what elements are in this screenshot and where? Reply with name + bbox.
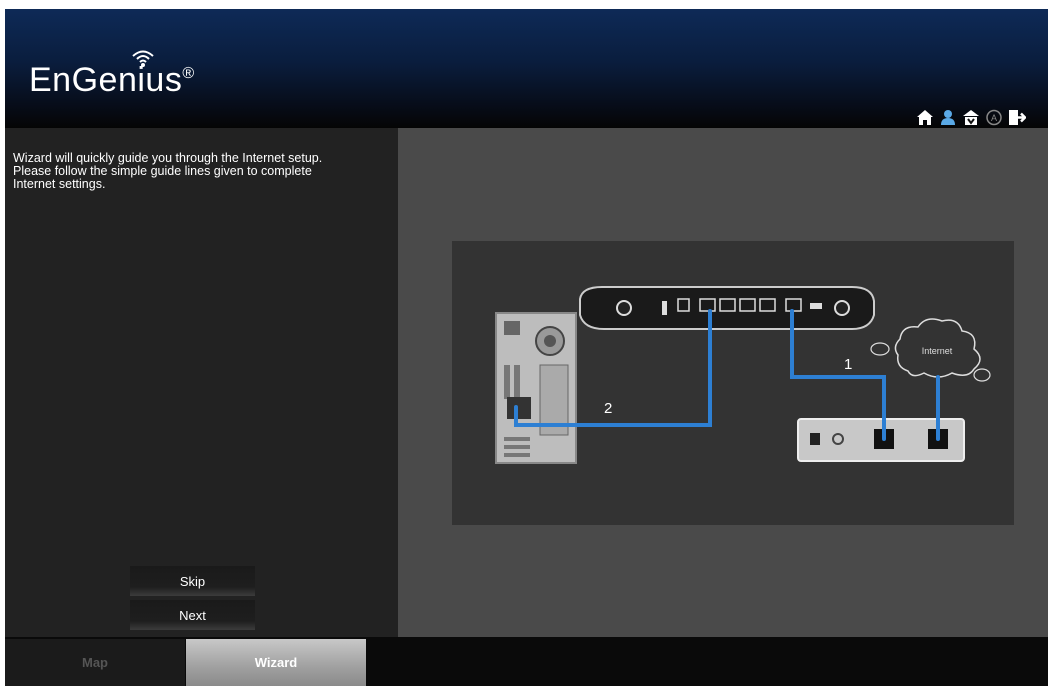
left-panel: Wizard will quickly guide you through th… [5, 128, 398, 637]
cloud-label: Internet [922, 346, 953, 356]
home-icon[interactable] [916, 109, 934, 126]
step-2-label: 2 [604, 400, 612, 417]
right-panel: Internet 1 2 [398, 128, 1048, 637]
internet-cloud-icon: Internet [870, 318, 991, 382]
next-button[interactable]: Next [130, 600, 255, 630]
app-window: EnGenius® A Wizard will quickly guide yo… [5, 9, 1048, 686]
bottom-tab-bar: Map Wizard [5, 637, 1048, 686]
tab-map[interactable]: Map [5, 639, 185, 686]
svg-text:A: A [991, 113, 997, 123]
header-icon-bar: A [916, 109, 1026, 126]
wizard-intro-text: Wizard will quickly guide you through th… [13, 152, 393, 191]
registered-mark: ® [182, 65, 195, 82]
firmware-upload-icon[interactable] [962, 109, 980, 126]
step-1-label: 1 [844, 356, 852, 373]
auto-icon[interactable]: A [985, 109, 1003, 126]
tab-wizard[interactable]: Wizard [186, 639, 366, 686]
logout-icon[interactable] [1008, 109, 1026, 126]
header: EnGenius® A [5, 9, 1048, 128]
wifi-logo-icon [132, 50, 154, 67]
intro-line-3: Internet settings. [13, 177, 106, 191]
connection-diagram: Internet 1 2 [452, 241, 1014, 525]
computer-illustration [495, 312, 577, 464]
router-illustration [579, 286, 875, 330]
brand-name: EnGenius [29, 61, 183, 99]
brand-logo: EnGenius® [29, 61, 195, 100]
skip-button[interactable]: Skip [130, 566, 255, 596]
user-icon[interactable] [939, 109, 957, 126]
